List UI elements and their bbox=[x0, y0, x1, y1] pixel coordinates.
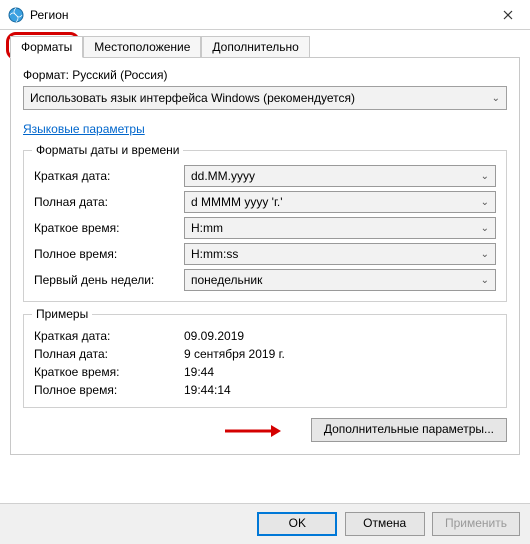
additional-settings-button[interactable]: Дополнительные параметры... bbox=[311, 418, 507, 442]
cancel-button[interactable]: Отмена bbox=[345, 512, 425, 536]
apply-button[interactable]: Применить bbox=[432, 512, 520, 536]
chevron-down-icon: ⌄ bbox=[481, 275, 489, 286]
chevron-down-icon: ⌄ bbox=[481, 249, 489, 260]
close-button[interactable] bbox=[485, 0, 530, 30]
window-title: Регион bbox=[30, 8, 485, 22]
tab-formats[interactable]: Форматы bbox=[10, 36, 83, 58]
ok-button[interactable]: OK bbox=[257, 512, 337, 536]
short-date-label: Краткая дата: bbox=[34, 169, 184, 183]
date-time-formats-title: Форматы даты и времени bbox=[32, 143, 183, 157]
first-day-label: Первый день недели: bbox=[34, 273, 184, 287]
format-dropdown-value: Использовать язык интерфейса Windows (ре… bbox=[30, 91, 355, 105]
chevron-down-icon: ⌄ bbox=[492, 93, 500, 104]
long-date-dropdown[interactable]: d MMMM yyyy 'г.'⌄ bbox=[184, 191, 496, 213]
first-day-dropdown[interactable]: понедельник⌄ bbox=[184, 269, 496, 291]
long-date-row: Полная дата: d MMMM yyyy 'г.'⌄ bbox=[34, 191, 496, 213]
tab-location[interactable]: Местоположение bbox=[83, 36, 201, 58]
short-date-row: Краткая дата: dd.MM.yyyy⌄ bbox=[34, 165, 496, 187]
tab-body: Формат: Русский (Россия) Использовать яз… bbox=[10, 57, 520, 455]
long-time-dropdown[interactable]: H:mm:ss⌄ bbox=[184, 243, 496, 265]
short-time-row: Краткое время: H:mm⌄ bbox=[34, 217, 496, 239]
long-date-label: Полная дата: bbox=[34, 195, 184, 209]
short-time-dropdown[interactable]: H:mm⌄ bbox=[184, 217, 496, 239]
format-label: Формат: Русский (Россия) bbox=[23, 68, 507, 82]
example-short-date: Краткая дата: 09.09.2019 bbox=[34, 329, 496, 343]
long-time-row: Полное время: H:mm:ss⌄ bbox=[34, 243, 496, 265]
chevron-down-icon: ⌄ bbox=[481, 197, 489, 208]
arrow-annotation-icon bbox=[223, 420, 283, 446]
example-long-time: Полное время: 19:44:14 bbox=[34, 383, 496, 397]
short-time-label: Краткое время: bbox=[34, 221, 184, 235]
language-settings-link[interactable]: Языковые параметры bbox=[23, 122, 145, 136]
short-date-dropdown[interactable]: dd.MM.yyyy⌄ bbox=[184, 165, 496, 187]
additional-settings-row: Дополнительные параметры... bbox=[23, 418, 507, 442]
tab-strip: Форматы Местоположение Дополнительно bbox=[10, 36, 520, 58]
first-day-row: Первый день недели: понедельник⌄ bbox=[34, 269, 496, 291]
example-long-date: Полная дата: 9 сентября 2019 г. bbox=[34, 347, 496, 361]
example-short-time: Краткое время: 19:44 bbox=[34, 365, 496, 379]
long-time-label: Полное время: bbox=[34, 247, 184, 261]
globe-icon bbox=[8, 7, 24, 23]
examples-group: Примеры Краткая дата: 09.09.2019 Полная … bbox=[23, 314, 507, 408]
examples-title: Примеры bbox=[32, 307, 92, 321]
title-bar: Регион bbox=[0, 0, 530, 30]
dialog-footer: OK Отмена Применить bbox=[0, 503, 530, 544]
tab-advanced[interactable]: Дополнительно bbox=[201, 36, 309, 58]
date-time-formats-group: Форматы даты и времени Краткая дата: dd.… bbox=[23, 150, 507, 302]
chevron-down-icon: ⌄ bbox=[481, 223, 489, 234]
format-dropdown[interactable]: Использовать язык интерфейса Windows (ре… bbox=[23, 86, 507, 110]
chevron-down-icon: ⌄ bbox=[481, 171, 489, 182]
